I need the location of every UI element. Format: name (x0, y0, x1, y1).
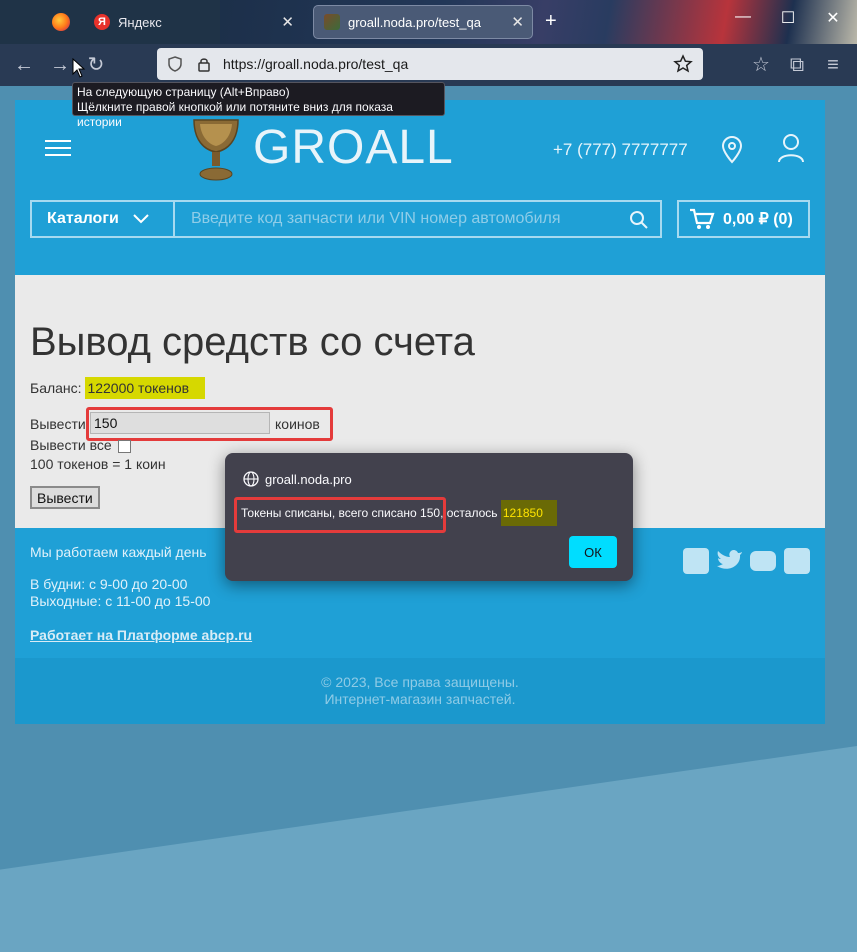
search-input[interactable] (175, 210, 615, 228)
copyright: © 2023, Все права защищены. (321, 674, 519, 690)
hamburger-menu-icon[interactable] (45, 140, 71, 158)
tooltip-line: Щёлкните правой кнопкой или потяните вни… (77, 100, 393, 129)
address-bar[interactable]: https://groall.noda.pro/test_qa (157, 48, 703, 80)
footer-bottom: © 2023, Все права защищены. Интернет-маг… (15, 658, 825, 724)
forward-icon[interactable]: → (48, 54, 72, 76)
globe-icon (243, 471, 259, 487)
vk-icon[interactable] (683, 548, 709, 574)
shield-icon (168, 56, 182, 72)
lock-icon (198, 58, 210, 72)
car-icon (324, 14, 340, 30)
withdraw-all-checkbox[interactable] (117, 439, 131, 453)
close-window-icon[interactable]: ✕ (818, 8, 848, 28)
bookmark-star-icon[interactable] (673, 54, 693, 74)
tab-label: Яндекс (118, 14, 162, 30)
catalog-button[interactable]: Каталоги (30, 200, 173, 238)
tab-firefox-view[interactable] (40, 5, 82, 39)
page-title: Вывод средств со счета (30, 320, 475, 364)
tab-label: groall.noda.pro/test_qa (348, 14, 481, 30)
search-icon[interactable] (630, 211, 648, 229)
cart-button[interactable]: 0,00 ₽ (0) (677, 200, 810, 238)
phone-number[interactable]: +7 (777) 7777777 (553, 140, 688, 160)
rate-text: 100 токенов = 1 коин (30, 456, 166, 472)
withdraw-label: Вывести (30, 416, 86, 432)
dialog-message-text: Токены списаны, всего списано 150, остал… (241, 506, 498, 520)
withdraw-submit-button[interactable]: Вывести (30, 486, 100, 509)
withdraw-all-label: Вывести все (30, 437, 112, 453)
yandex-icon: Я (94, 14, 110, 30)
browser-tabbar: Я Яндекс ✕ groall.noda.pro/test_qa ✕ + —… (0, 0, 857, 44)
withdraw-amount-input[interactable] (90, 412, 270, 434)
coins-label: коинов (275, 416, 320, 432)
alert-dialog: groall.noda.pro Токены списаны, всего сп… (225, 453, 633, 581)
pocket-icon[interactable]: ☆ (749, 54, 773, 76)
dialog-message: Токены списаны, всего списано 150, остал… (241, 500, 557, 526)
balance-label: Баланс: (30, 380, 82, 396)
mouse-cursor-icon (72, 58, 86, 78)
withdraw-all-row: Вывести все (30, 437, 131, 453)
platform-link[interactable]: Работает на Платформе abcp.ru (30, 627, 252, 643)
url-text: https://groall.noda.pro/test_qa (223, 56, 409, 72)
user-icon[interactable] (777, 133, 805, 163)
odnoklassniki-icon[interactable] (784, 548, 810, 574)
weekday-hours: В будни: с 9-00 до 20-00 (30, 576, 188, 592)
firefox-icon (52, 13, 70, 31)
tooltip-line: На следующую страницу (Alt+Вправо) (77, 85, 290, 99)
browser-navbar: ← → ↻ https://groall.noda.pro/test_qa ☆ … (0, 44, 857, 86)
new-tab-icon[interactable]: + (545, 10, 557, 33)
dialog-origin: groall.noda.pro (243, 471, 352, 487)
search-box (173, 200, 662, 238)
site-container: GROALL +7 (777) 7777777 Каталоги 0,00 ₽ … (15, 100, 825, 724)
chevron-down-icon (133, 214, 149, 224)
balance-value: 122000 токенов (85, 377, 206, 399)
location-pin-icon[interactable] (720, 136, 744, 164)
extensions-icon[interactable]: ⧉ (785, 54, 809, 76)
menu-icon[interactable]: ≡ (821, 54, 845, 76)
cart-total: 0,00 ₽ (0) (723, 211, 793, 228)
minimize-icon[interactable]: — (728, 8, 758, 26)
tab-yandex[interactable]: Я Яндекс ✕ (84, 5, 302, 39)
maximize-icon[interactable]: ☐ (773, 8, 803, 28)
weekend-hours: Выходные: с 11-00 до 15-00 (30, 593, 211, 609)
cart-icon (690, 208, 715, 229)
catalog-label: Каталоги (47, 210, 119, 227)
back-icon[interactable]: ← (12, 54, 36, 76)
forward-tooltip: На следующую страницу (Alt+Вправо) Щёлкн… (72, 82, 445, 129)
youtube-icon[interactable] (750, 551, 776, 571)
tab-groall[interactable]: groall.noda.pro/test_qa ✕ (313, 5, 533, 39)
background-shape (0, 746, 857, 952)
dialog-origin-text: groall.noda.pro (265, 471, 352, 487)
twitter-icon[interactable] (716, 548, 742, 574)
shop-tagline: Интернет-магазин запчастей. (324, 691, 516, 707)
reload-icon[interactable]: ↻ (84, 54, 108, 76)
remaining-value: 121850 (500, 500, 557, 526)
balance-row: Баланс: 122000 токенов (30, 377, 206, 399)
close-icon[interactable]: ✕ (281, 13, 294, 31)
ok-button[interactable]: ОК (569, 536, 617, 568)
schedule-title: Мы работаем каждый день (30, 544, 207, 560)
close-icon[interactable]: ✕ (511, 13, 524, 31)
